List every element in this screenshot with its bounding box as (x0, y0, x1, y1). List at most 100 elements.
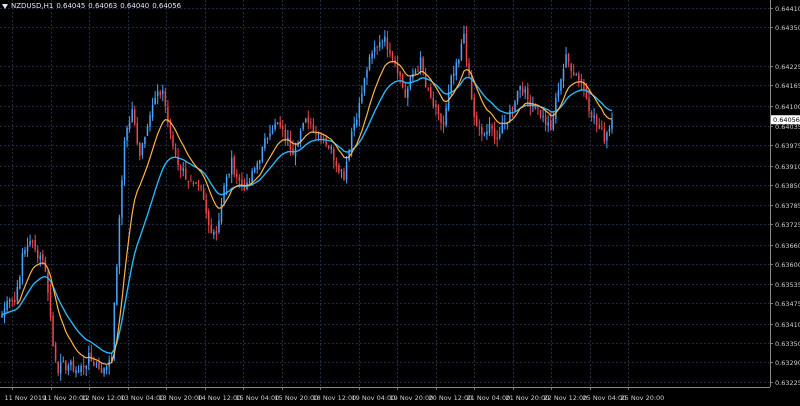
candle-body (404, 89, 407, 98)
candle-body (100, 368, 103, 373)
candlesticks (1, 25, 613, 381)
y-tick-label: 0.63535 (775, 281, 800, 289)
candle-body (190, 180, 192, 182)
candle-body (54, 344, 57, 361)
x-tick-label: 11 Nov 2019 (5, 394, 47, 402)
candle-body (473, 98, 475, 117)
candle-body (80, 366, 82, 373)
candle-body (463, 33, 465, 44)
current-price-label: 0.64056 (773, 116, 800, 124)
candle-body (21, 253, 24, 277)
dropdown-triangle-icon[interactable] (2, 3, 8, 9)
candle-body (57, 361, 59, 374)
price-chart[interactable]: 0.64410 0.64350 0.64225 0.64165 0.64100 0.640… (0, 0, 800, 406)
candle-body (445, 107, 447, 126)
candle-body (230, 157, 233, 175)
candle-body (422, 58, 424, 73)
candle-body (544, 116, 547, 125)
candle-body (315, 133, 317, 135)
candle-body (353, 123, 355, 131)
candle-body (452, 73, 455, 76)
candle-body (335, 160, 338, 167)
candle-body (593, 115, 595, 118)
y-tick-label: 0.63225 (775, 379, 800, 387)
candle-body (98, 362, 100, 369)
candle-body (468, 63, 470, 76)
candle-body (121, 179, 123, 218)
candle-body (527, 87, 529, 100)
chart-canvas[interactable]: 0.64410 0.64350 0.64225 0.64165 0.64100 0.640… (0, 0, 800, 406)
x-tick-label: 13 Nov 20:00 (159, 394, 203, 402)
candle-body (70, 361, 72, 366)
candle-body (496, 137, 498, 139)
candle-body (279, 122, 281, 128)
candle-body (141, 143, 144, 156)
candle-body (233, 156, 236, 175)
candle-body (144, 136, 146, 145)
grid-lines (0, 0, 770, 387)
candle-body (514, 101, 516, 112)
candle-body (215, 231, 218, 234)
candle-body (430, 86, 432, 98)
candle-body (6, 301, 8, 310)
candle-body (539, 109, 542, 118)
candle-body (59, 362, 62, 374)
candle-body (325, 138, 327, 145)
candle-body (93, 361, 95, 366)
candle-body (588, 97, 590, 112)
candle-body (13, 299, 16, 303)
candle-body (19, 276, 21, 289)
candle-body (192, 182, 195, 185)
y-tick-label: 0.63725 (775, 221, 800, 229)
candle-body (368, 56, 371, 70)
candle-body (8, 299, 11, 302)
x-tick-label: 21 Nov 04:00 (467, 394, 511, 402)
candle-body (363, 77, 366, 93)
candle-body (26, 245, 29, 252)
candle-body (371, 52, 373, 59)
x-tick-label: 22 Nov 12:00 (544, 394, 588, 402)
candle-body (432, 97, 435, 107)
candle-body (159, 92, 162, 96)
candle-body (299, 130, 302, 142)
candle-body (552, 117, 555, 130)
candle-body (164, 91, 167, 106)
candle-body (65, 361, 67, 370)
candle-body (460, 43, 463, 60)
candle-body (289, 138, 292, 150)
y-tick-label: 0.63850 (775, 182, 800, 190)
candle-body (72, 360, 75, 372)
candle-body (294, 148, 297, 157)
y-tick-label: 0.63350 (775, 340, 800, 348)
candle-body (185, 168, 187, 180)
candle-body (85, 365, 87, 369)
candle-body (39, 255, 42, 260)
y-tick-label: 0.63785 (775, 202, 800, 210)
candle-body (11, 299, 13, 302)
candle-body (128, 121, 131, 129)
candle-body (151, 104, 154, 118)
chart-header: NZDUSD,H1 0.64045 0.64063 0.64040 0.6405… (2, 2, 181, 10)
candle-body (340, 169, 343, 171)
candle-body (172, 135, 174, 147)
candle-body (261, 146, 264, 162)
candle-body (200, 186, 202, 188)
candle-body (256, 163, 258, 170)
candle-body (601, 127, 603, 129)
candle-body (156, 91, 159, 97)
candle-body (442, 121, 445, 125)
open-value: 0.64045 (56, 2, 86, 10)
candle-body (133, 109, 136, 125)
candle-body (103, 368, 105, 374)
candle-body (570, 63, 572, 72)
candle-body (310, 122, 312, 124)
y-tick-label: 0.64100 (775, 103, 800, 111)
candle-body (202, 188, 205, 200)
candle-body (47, 272, 49, 293)
candle-body (49, 291, 52, 317)
candle-body (598, 124, 601, 129)
candle-body (266, 137, 269, 139)
candle-body (116, 266, 118, 305)
candle-body (77, 370, 80, 373)
candle-body (358, 102, 361, 119)
